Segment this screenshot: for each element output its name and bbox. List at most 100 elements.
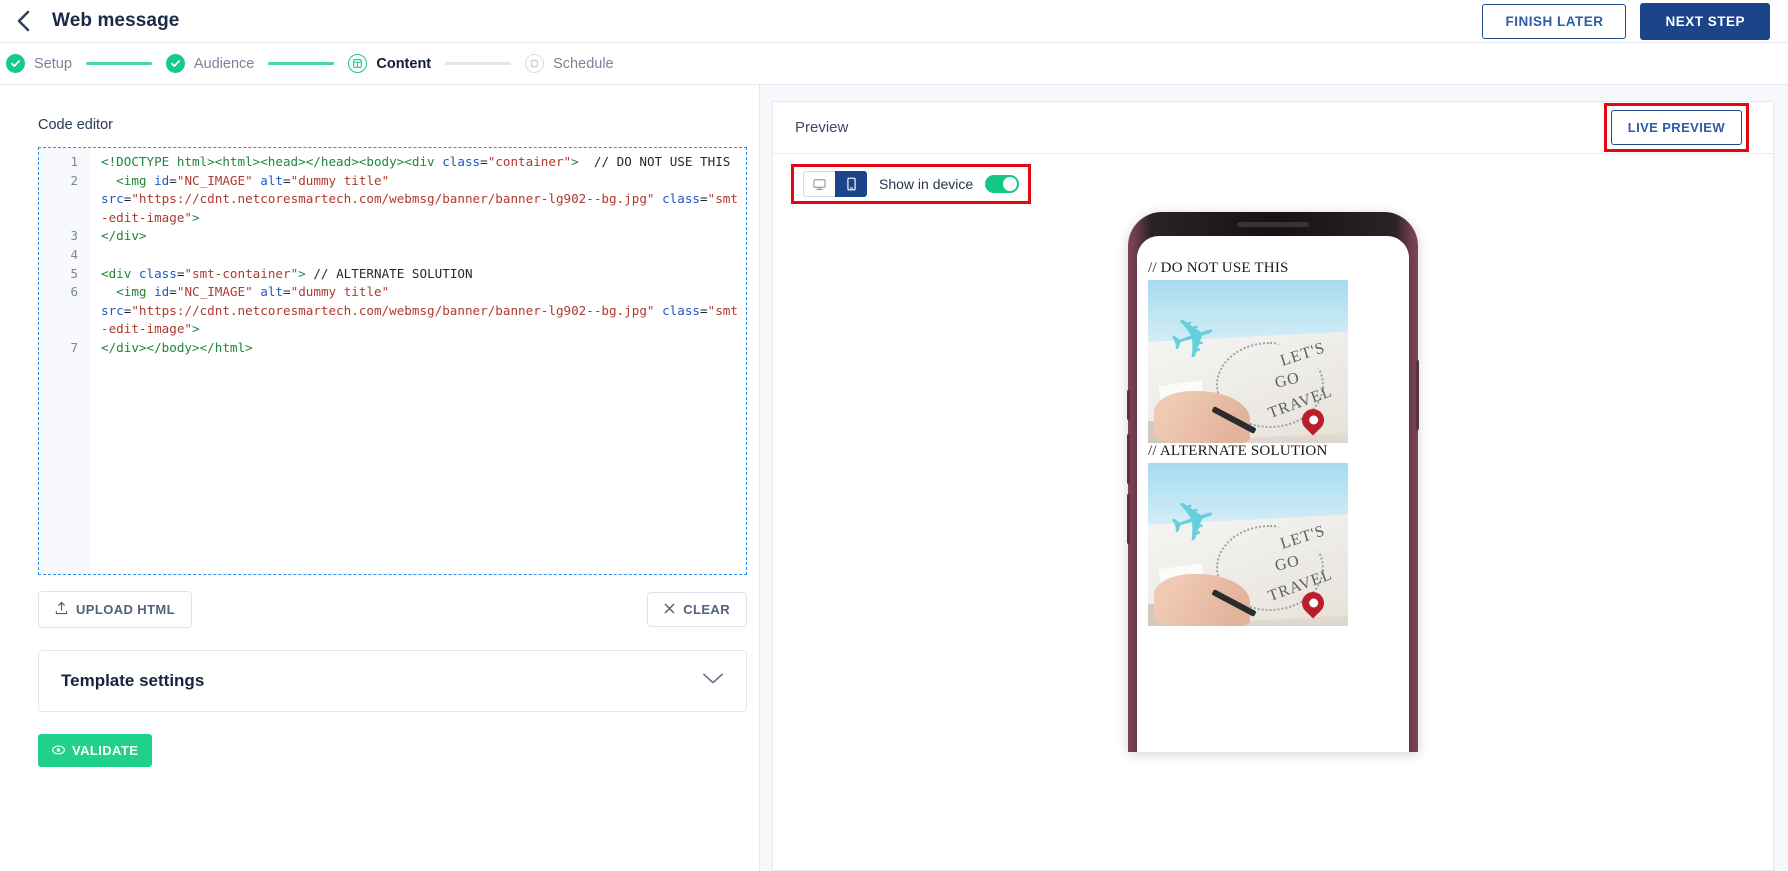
line-number: 4	[70, 246, 78, 262]
step-connector-2	[268, 62, 335, 65]
editor-button-row: UPLOAD HTML CLEAR	[38, 591, 747, 628]
clear-label: CLEAR	[683, 602, 730, 617]
top-bar-actions: FINISH LATER NEXT STEP	[1482, 2, 1770, 40]
phone-screen: // DO NOT USE THIS ✈ LET'S GO TRAVEL // …	[1137, 236, 1409, 752]
upload-icon	[55, 601, 68, 618]
line-number: 6	[70, 284, 78, 300]
eye-icon	[52, 743, 65, 758]
check-icon	[165, 54, 185, 73]
template-settings-label: Template settings	[61, 671, 205, 690]
top-bar: Web message FINISH LATER NEXT STEP	[0, 0, 1788, 42]
code-token: "https://cdnt.netcoresmartech.com/webmsg…	[131, 302, 655, 318]
code-token: "NC_IMAGE"	[176, 172, 253, 188]
code-token: =	[480, 154, 488, 169]
code-token: =	[700, 302, 708, 318]
code-token: =	[283, 172, 291, 188]
line-number: 2	[70, 172, 78, 188]
step-schedule[interactable]: Schedule	[525, 54, 614, 73]
show-in-device-toggle[interactable]	[985, 175, 1020, 193]
code-token: "container"	[487, 154, 572, 169]
preview-title: Preview	[795, 119, 849, 136]
code-editor-pane: Code editor 1 2 3 4 5 6 7 <!DOCTYPE html…	[0, 85, 760, 871]
code-token: class	[138, 265, 177, 281]
chevron-left-icon	[15, 10, 31, 32]
mobile-icon[interactable]	[835, 171, 867, 197]
preview-card: Preview LIVE PREVIEW Show in device // D…	[772, 101, 1774, 871]
upload-html-button[interactable]: UPLOAD HTML	[38, 591, 192, 628]
line-number: 1	[70, 154, 78, 169]
schedule-square-icon	[525, 54, 545, 73]
line-number: 5	[70, 265, 78, 281]
device-type-segmented-control[interactable]	[803, 171, 867, 197]
code-token: <img	[101, 284, 155, 300]
code-token: >	[192, 321, 200, 337]
step-audience[interactable]: Audience	[165, 54, 254, 73]
step-label-schedule: Schedule	[553, 55, 614, 72]
message-caption: // ALTERNATE SOLUTION	[1148, 443, 1328, 459]
code-token: // ALTERNATE SOLUTION	[305, 265, 473, 281]
finish-later-button[interactable]: FINISH LATER	[1482, 3, 1627, 39]
chevron-down-icon[interactable]	[702, 672, 724, 691]
step-label-setup: Setup	[34, 55, 72, 72]
preview-pane: Preview LIVE PREVIEW Show in device // D…	[760, 85, 1788, 871]
live-preview-button[interactable]: LIVE PREVIEW	[1610, 110, 1742, 145]
code-token: "dummy title"	[290, 172, 390, 188]
line-number: 3	[70, 228, 78, 244]
next-step-button[interactable]: NEXT STEP	[1640, 2, 1770, 40]
code-token: class	[654, 191, 701, 207]
code-token: </div></body></html>	[101, 339, 253, 355]
line-number-gutter: 1 2 3 4 5 6 7	[39, 148, 91, 574]
code-token: =	[700, 191, 708, 207]
phone-power-button	[1416, 360, 1419, 430]
device-toggle-row: Show in device	[773, 154, 1773, 204]
main-content: Code editor 1 2 3 4 5 6 7 <!DOCTYPE html…	[0, 85, 1788, 871]
message-caption: // DO NOT USE THIS	[1148, 260, 1289, 276]
clear-button[interactable]: CLEAR	[647, 592, 747, 627]
code-token: // DO NOT USE THIS	[578, 154, 731, 169]
code-token: class	[442, 154, 481, 169]
code-token: "https://cdnt.netcoresmartech.com/webmsg…	[131, 191, 655, 207]
code-token: "smt-container"	[184, 265, 299, 281]
code-token: >	[571, 154, 579, 169]
code-token: src	[101, 302, 124, 318]
page-title: Web message	[52, 10, 180, 31]
code-editor-frame[interactable]: 1 2 3 4 5 6 7 <!DOCTYPE html><html><head…	[38, 147, 747, 575]
validate-label: VALIDATE	[72, 743, 139, 758]
upload-html-label: UPLOAD HTML	[76, 602, 175, 617]
step-content[interactable]: Content	[348, 54, 431, 73]
code-token: <div	[101, 265, 139, 281]
validate-button[interactable]: VALIDATE	[38, 734, 153, 767]
toggle-knob	[1003, 177, 1018, 191]
check-icon	[6, 54, 25, 73]
content-square-icon	[348, 54, 368, 73]
step-setup[interactable]: Setup	[6, 54, 72, 73]
preview-header: Preview LIVE PREVIEW	[773, 102, 1773, 154]
code-token: src	[101, 191, 124, 207]
phone-side-button	[1127, 434, 1130, 484]
step-connector-1	[85, 62, 152, 65]
code-token: class	[654, 302, 701, 318]
code-token: id	[154, 172, 170, 188]
back-button[interactable]	[8, 6, 38, 36]
code-token: </div>	[101, 228, 147, 244]
device-toggle-highlight: Show in device	[791, 164, 1032, 204]
code-token: =	[169, 172, 177, 188]
device-preview-stage: // DO NOT USE THIS ✈ LET'S GO TRAVEL // …	[773, 204, 1773, 870]
desktop-icon[interactable]	[803, 171, 835, 197]
live-preview-highlight: LIVE PREVIEW	[1603, 103, 1749, 152]
phone-mockup: // DO NOT USE THIS ✈ LET'S GO TRAVEL // …	[1127, 212, 1419, 752]
code-token: =	[283, 284, 291, 300]
wizard-stepper: Setup Audience Content Schedule	[0, 42, 1788, 85]
step-label-content: Content	[376, 55, 432, 72]
code-token: alt	[252, 284, 284, 300]
code-token: "dummy title"	[290, 284, 390, 300]
code-text-area[interactable]: <!DOCTYPE html><html><head></head><body>…	[91, 148, 746, 363]
code-token: =	[169, 284, 177, 300]
line-number: 7	[70, 339, 78, 355]
show-in-device-label: Show in device	[879, 176, 974, 192]
code-token: "NC_IMAGE"	[176, 284, 253, 300]
close-icon	[664, 602, 675, 617]
step-connector-3	[445, 62, 512, 65]
phone-speaker	[1237, 222, 1309, 227]
template-settings-accordion[interactable]: Template settings	[38, 650, 747, 712]
